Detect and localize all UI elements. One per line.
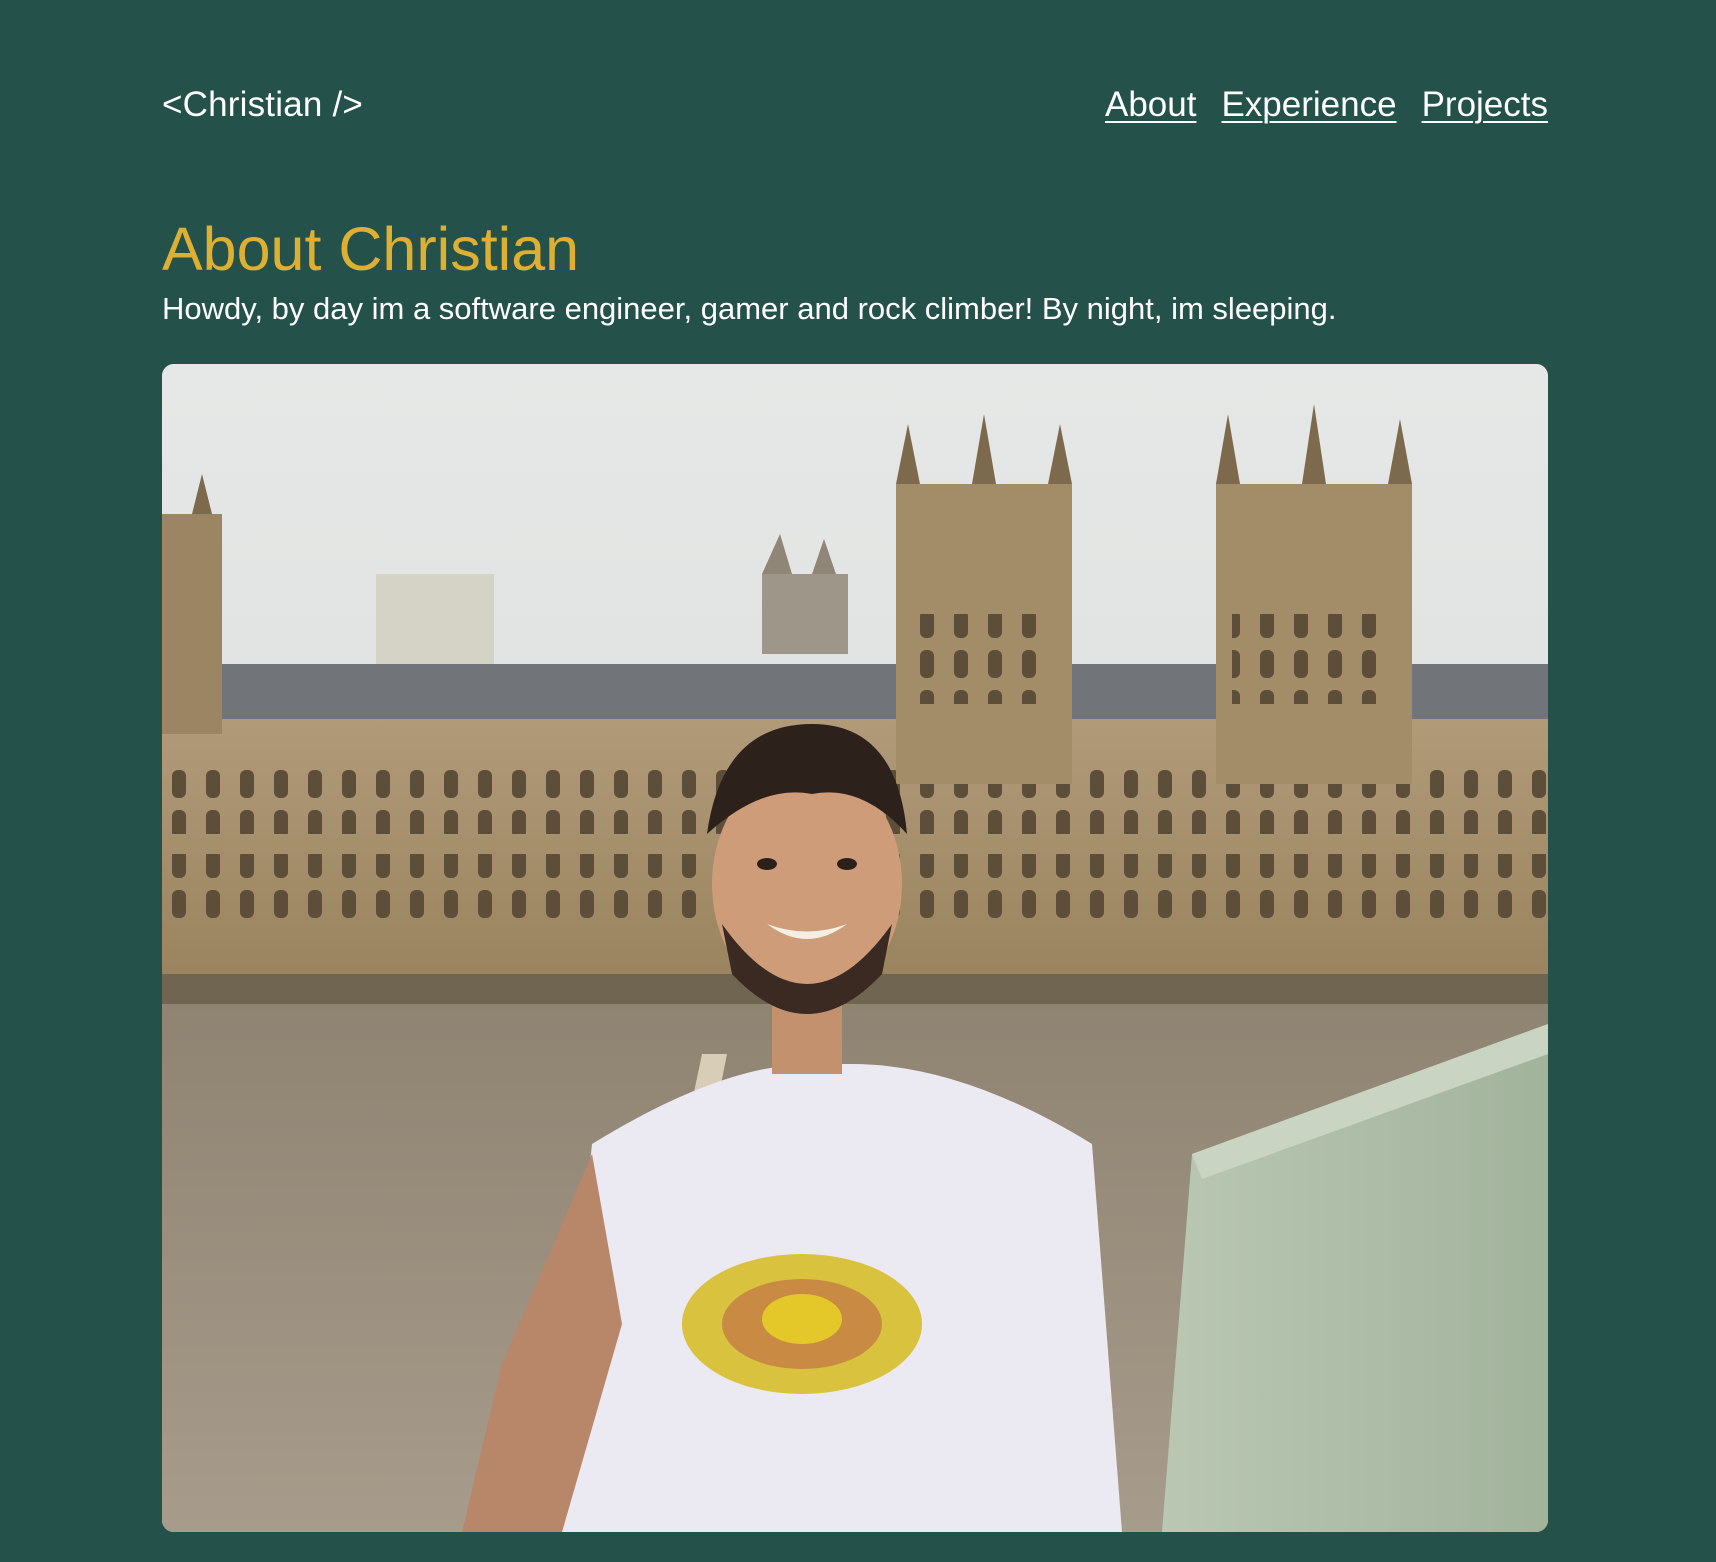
nav-link-about[interactable]: About (1105, 85, 1196, 125)
main-nav: About Experience Projects (1105, 85, 1548, 125)
page: <Christian /> About Experience Projects … (0, 0, 1716, 1562)
about-intro: Howdy, by day im a software engineer, ga… (162, 291, 1337, 326)
nav-link-experience[interactable]: Experience (1221, 85, 1396, 125)
about-heading: About Christian (162, 215, 580, 283)
site-header: <Christian /> About Experience Projects (162, 80, 1548, 130)
site-logo[interactable]: <Christian /> (162, 85, 363, 125)
photo-illustration (162, 364, 1548, 1532)
nav-link-projects[interactable]: Projects (1422, 85, 1548, 125)
profile-photo (162, 364, 1548, 1532)
